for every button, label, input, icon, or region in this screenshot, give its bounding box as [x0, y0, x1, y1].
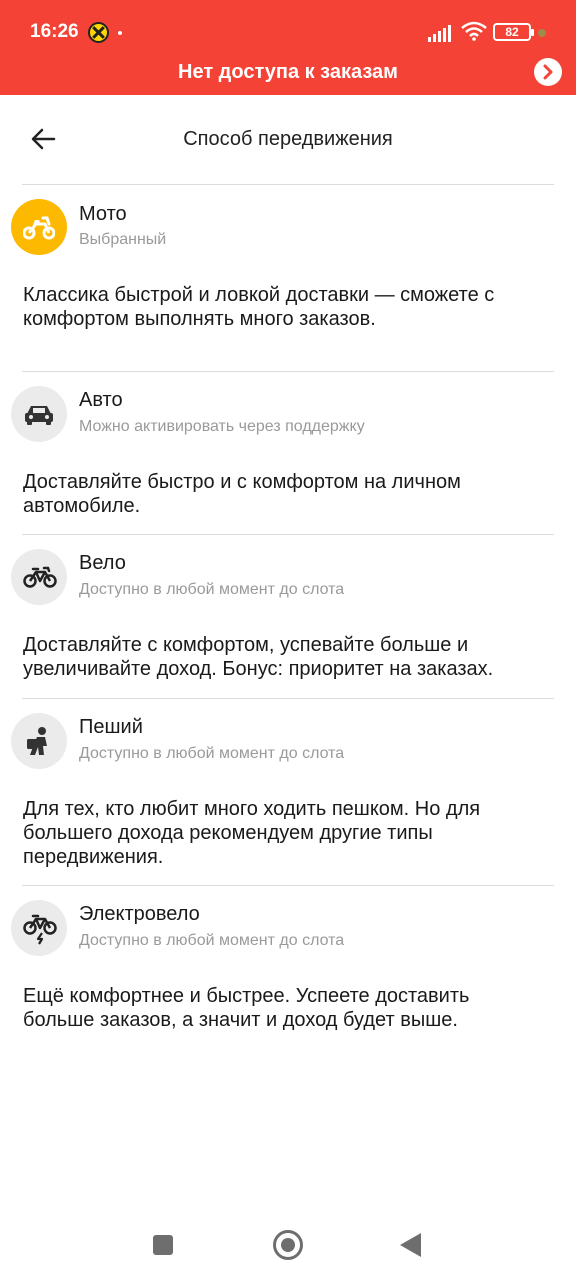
option-description: Доставляйте с комфортом, успевайте больш…: [23, 634, 494, 680]
system-nav-bar: [0, 1215, 576, 1280]
option-velo[interactable]: Вело Доступно в любой момент до слота До…: [0, 535, 576, 699]
battery-icon: 82: [493, 23, 534, 41]
option-electric-bike[interactable]: Электровело Доступно в любой момент до с…: [0, 886, 576, 1046]
option-description: Ещё комфортнее и быстрее. Успеете достав…: [23, 985, 470, 1031]
top-bar: 16:26 82 Нет доступа к заказам: [0, 0, 576, 95]
option-header: Пеший Доступно в любой момент до слота: [0, 699, 576, 769]
option-header: Электровело Доступно в любой момент до с…: [0, 886, 576, 956]
option-description: Доставляйте быстро и с комфортом на личн…: [23, 471, 461, 517]
transport-options-list: Мото Выбранный Классика быстрой и ловкой…: [0, 185, 576, 1046]
option-header: Авто Можно активировать через поддержку: [0, 372, 576, 442]
option-icon-circle: [11, 900, 67, 956]
option-status: Доступно в любой момент до слота: [79, 745, 345, 762]
option-name: Авто: [79, 389, 123, 411]
option-status: Доступно в любой момент до слота: [79, 581, 345, 598]
option-status: Можно активировать через поддержку: [79, 418, 365, 435]
electric-bicycle-icon: [23, 914, 57, 945]
walking-courier-icon: [27, 727, 47, 755]
car-icon: [25, 406, 53, 425]
option-icon-circle: [11, 549, 67, 605]
notification-dot-icon: [118, 31, 122, 35]
page-header: Способ передвижения: [0, 95, 576, 185]
wifi-icon: [461, 21, 487, 41]
option-icon-circle: [11, 386, 67, 442]
bicycle-icon: [23, 566, 57, 588]
app-notification-icon: [88, 22, 109, 43]
option-header: Мото Выбранный: [0, 185, 576, 255]
signal-icon: [428, 25, 451, 42]
home-icon[interactable]: [273, 1230, 303, 1260]
charging-dot-icon: [538, 29, 546, 37]
option-icon-circle: [11, 199, 67, 255]
option-auto[interactable]: Авто Можно активировать через поддержку …: [0, 372, 576, 535]
option-status: Доступно в любой момент до слота: [79, 932, 345, 949]
option-icon-circle: [11, 713, 67, 769]
page-title: Способ передвижения: [183, 128, 393, 150]
option-name: Вело: [79, 552, 126, 574]
option-header: Вело Доступно в любой момент до слота: [0, 535, 576, 605]
option-walking[interactable]: Пеший Доступно в любой момент до слота Д…: [0, 699, 576, 886]
option-status: Выбранный: [79, 231, 167, 248]
option-description: Классика быстрой и ловкой доставки — смо…: [23, 284, 495, 330]
option-description: Для тех, кто любит много ходить пешком. …: [23, 798, 481, 868]
banner-text: Нет доступа к заказам: [178, 61, 398, 83]
motorcycle-icon: [23, 216, 55, 240]
option-name: Пеший: [79, 716, 143, 738]
option-name: Мото: [79, 203, 127, 225]
status-time: 16:26: [30, 21, 79, 42]
recent-apps-icon[interactable]: [153, 1235, 173, 1255]
option-moto[interactable]: Мото Выбранный Классика быстрой и ловкой…: [0, 185, 576, 372]
no-access-banner[interactable]: Нет доступа к заказам: [0, 55, 576, 93]
banner-chevron-right-icon[interactable]: [534, 58, 562, 86]
status-bar: 16:26 82: [0, 0, 576, 60]
option-name: Электровело: [79, 903, 200, 925]
back-icon[interactable]: [400, 1233, 421, 1257]
